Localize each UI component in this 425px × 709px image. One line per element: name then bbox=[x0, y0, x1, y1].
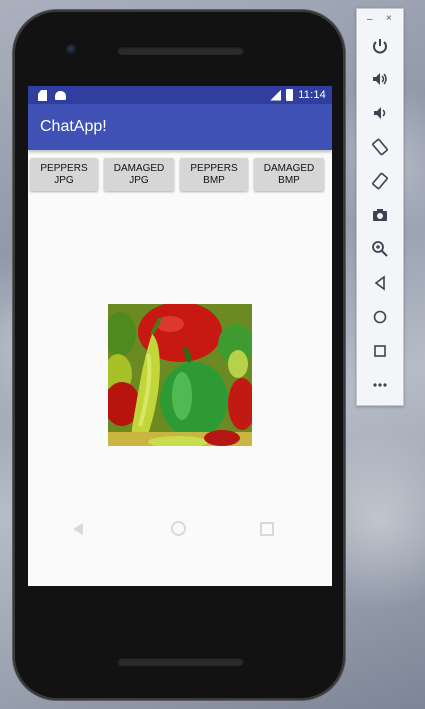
camera-icon[interactable] bbox=[371, 206, 389, 224]
emulator-toolbar: – × bbox=[356, 8, 404, 406]
back-icon[interactable] bbox=[371, 274, 389, 292]
button-label-line1: PEPPERS bbox=[190, 162, 238, 174]
more-icon[interactable] bbox=[371, 376, 389, 394]
peppers-image bbox=[108, 304, 252, 446]
peppers-illustration bbox=[108, 304, 252, 446]
rotate-left-icon[interactable] bbox=[371, 138, 389, 156]
button-label-line2: BMP bbox=[203, 174, 225, 186]
home-nav-icon[interactable] bbox=[171, 521, 186, 536]
peppers-jpg-button[interactable]: PEPPERS JPG bbox=[30, 158, 98, 191]
button-label-line1: DAMAGED bbox=[113, 162, 165, 174]
close-button[interactable]: × bbox=[386, 13, 392, 24]
back-nav-icon[interactable] bbox=[73, 523, 83, 535]
damaged-jpg-button[interactable]: DAMAGED JPG bbox=[104, 158, 174, 191]
button-row: PEPPERS JPG DAMAGED JPG PEPPERS BMP DAMA… bbox=[30, 158, 330, 192]
home-icon[interactable] bbox=[371, 308, 389, 326]
android-icon bbox=[55, 91, 66, 100]
volume-up-icon[interactable] bbox=[371, 70, 389, 88]
earpiece-speaker bbox=[117, 46, 244, 55]
app-title: ChatApp! bbox=[40, 118, 107, 135]
minimize-button[interactable]: – bbox=[367, 14, 373, 25]
app-bar: ChatApp! bbox=[28, 104, 332, 150]
button-label-line1: PEPPERS bbox=[40, 162, 88, 174]
button-label-line2: JPG bbox=[129, 174, 149, 186]
button-label-line1: DAMAGED bbox=[263, 162, 315, 174]
sd-card-icon bbox=[38, 90, 47, 101]
front-camera bbox=[66, 44, 78, 56]
peppers-bmp-button[interactable]: PEPPERS BMP bbox=[180, 158, 248, 191]
battery-icon bbox=[286, 89, 294, 101]
phone-frame: 11:14 ChatApp! PEPPERS JPG DAMAGED JPG P… bbox=[13, 10, 345, 700]
device-screen: 11:14 ChatApp! PEPPERS JPG DAMAGED JPG P… bbox=[28, 86, 332, 586]
button-label-line2: BMP bbox=[278, 174, 300, 186]
power-icon[interactable] bbox=[371, 37, 389, 55]
status-bar: 11:14 bbox=[28, 86, 332, 104]
rotate-right-icon[interactable] bbox=[371, 172, 389, 190]
recents-nav-icon[interactable] bbox=[260, 522, 274, 536]
status-time: 11:14 bbox=[298, 89, 326, 101]
bottom-speaker bbox=[117, 657, 244, 666]
button-label-line2: JPG bbox=[54, 174, 74, 186]
damaged-bmp-button[interactable]: DAMAGED BMP bbox=[254, 158, 324, 191]
signal-icon bbox=[270, 89, 282, 101]
zoom-icon[interactable] bbox=[371, 240, 389, 258]
volume-down-icon[interactable] bbox=[371, 104, 389, 122]
overview-icon[interactable] bbox=[371, 342, 389, 360]
